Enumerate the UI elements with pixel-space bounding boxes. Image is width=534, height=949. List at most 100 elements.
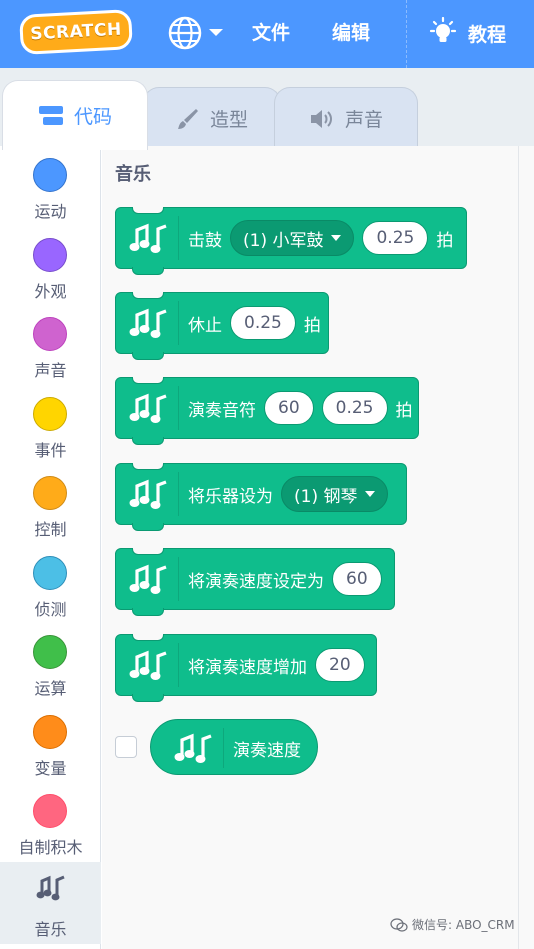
- beats-label: 拍: [303, 315, 321, 336]
- category-label: 外观: [34, 282, 67, 301]
- category-label: 运动: [34, 202, 67, 221]
- tab-costumes[interactable]: 造型: [143, 87, 281, 149]
- watermark: 微信号: ABO_CRM: [390, 916, 515, 933]
- block-notch: [132, 292, 164, 299]
- block-tab: [132, 523, 164, 531]
- beats-input[interactable]: 0.25: [230, 306, 296, 340]
- category-label: 运算: [34, 679, 67, 698]
- instrument-dropdown[interactable]: (1) 钢琴: [281, 476, 389, 512]
- block-label: 休止: [188, 315, 222, 336]
- tab-sounds[interactable]: 声音: [274, 87, 418, 149]
- palette-scrollbar[interactable]: [518, 146, 534, 949]
- beats-label: 拍: [395, 400, 413, 421]
- brush-icon: [176, 107, 200, 131]
- dropdown-caret-icon: [365, 491, 376, 497]
- music-notes-icon: [128, 309, 168, 340]
- my-blocks-dot: [33, 794, 67, 828]
- block-notch: [132, 634, 164, 641]
- music-notes-icon: [128, 394, 168, 425]
- category-operators[interactable]: 运算: [0, 627, 101, 707]
- scratch-logo[interactable]: SCRATCH: [19, 9, 133, 55]
- category-label: 声音: [34, 361, 67, 380]
- code-icon: [38, 105, 64, 127]
- category-label: 侦测: [34, 600, 67, 619]
- block-label: 将演奏速度增加: [188, 657, 307, 678]
- block-tab: [132, 437, 164, 445]
- block-play-drum[interactable]: 击鼓 (1) 小军鼓 0.25 拍: [115, 207, 467, 275]
- control-dot: [33, 476, 67, 510]
- events-dot: [33, 397, 67, 431]
- block-divider: [178, 301, 179, 345]
- category-control[interactable]: 控制: [0, 468, 101, 548]
- music-notes-icon: [128, 480, 168, 511]
- block-label: 击鼓: [188, 230, 222, 251]
- tutorials-label: 教程: [468, 23, 507, 46]
- block-tab: [132, 694, 164, 702]
- drum-dropdown-value: (1) 小军鼓: [243, 230, 324, 251]
- edit-menu[interactable]: 编辑: [332, 18, 370, 45]
- category-looks[interactable]: 外观: [0, 230, 101, 310]
- block-set-instrument[interactable]: 将乐器设为 (1) 钢琴: [115, 463, 407, 531]
- instrument-dropdown-value: (1) 钢琴: [294, 486, 358, 507]
- category-events[interactable]: 事件: [0, 389, 101, 469]
- note-input[interactable]: 60: [264, 391, 314, 425]
- block-rest[interactable]: 休止 0.25 拍: [115, 292, 329, 360]
- menu-separator: [406, 0, 408, 68]
- tempo-change-input[interactable]: 20: [315, 648, 365, 682]
- category-variables[interactable]: 变量: [0, 707, 101, 787]
- block-divider: [178, 472, 179, 516]
- music-notes-icon: [128, 651, 168, 682]
- category-music[interactable]: 音乐: [0, 862, 101, 944]
- tab-sounds-label: 声音: [344, 109, 383, 131]
- tab-code-label: 代码: [73, 106, 112, 128]
- block-notch: [132, 548, 164, 555]
- sound-dot: [33, 317, 67, 351]
- reporter-tempo[interactable]: 演奏速度: [150, 719, 318, 775]
- chevron-down-icon: [209, 29, 223, 36]
- category-sound[interactable]: 声音: [0, 309, 101, 389]
- speaker-icon: [309, 108, 335, 130]
- category-sensing[interactable]: 侦测: [0, 548, 101, 628]
- category-my-blocks[interactable]: 自制积木: [0, 786, 101, 866]
- block-set-tempo[interactable]: 将演奏速度设定为 60: [115, 548, 395, 616]
- tab-costumes-label: 造型: [209, 109, 248, 131]
- tempo-input[interactable]: 60: [332, 562, 382, 596]
- block-play-note[interactable]: 演奏音符 60 0.25 拍: [115, 377, 419, 445]
- block-notch: [132, 207, 164, 214]
- looks-dot: [33, 238, 67, 272]
- category-label: 变量: [34, 759, 67, 778]
- variables-dot: [33, 715, 67, 749]
- tab-code[interactable]: 代码: [2, 80, 148, 150]
- block-label: 将演奏速度设定为: [188, 571, 324, 592]
- category-label: 音乐: [34, 920, 67, 939]
- block-notch: [132, 377, 164, 384]
- language-menu[interactable]: [168, 14, 228, 52]
- music-icon: [36, 875, 65, 901]
- block-divider: [178, 557, 179, 601]
- beats-input[interactable]: 0.25: [321, 391, 388, 425]
- tutorials-button[interactable]: 教程: [428, 14, 528, 52]
- beats-input[interactable]: 0.25: [362, 221, 429, 255]
- music-notes-icon: [128, 565, 168, 596]
- operators-dot: [33, 635, 67, 669]
- block-tab: [132, 267, 164, 275]
- category-label: 控制: [34, 520, 67, 539]
- block-label: 将乐器设为: [188, 486, 273, 507]
- dropdown-caret-icon: [331, 235, 342, 241]
- category-motion[interactable]: 运动: [0, 150, 101, 230]
- block-tab: [132, 608, 164, 616]
- block-tab: [132, 352, 164, 360]
- block-divider: [178, 216, 179, 260]
- block-label: 演奏音符: [188, 400, 256, 421]
- block-divider: [223, 728, 224, 768]
- section-title: 音乐: [115, 164, 151, 185]
- reporter-label: 演奏速度: [233, 741, 301, 761]
- file-menu[interactable]: 文件: [252, 18, 290, 45]
- block-change-tempo[interactable]: 将演奏速度增加 20: [115, 634, 377, 702]
- drum-dropdown[interactable]: (1) 小军鼓: [230, 220, 355, 256]
- motion-dot: [33, 158, 67, 192]
- lightbulb-icon: [429, 17, 457, 42]
- menu-bar: SCRATCH 文件 编辑 教程: [0, 0, 534, 68]
- block-notch: [132, 463, 164, 470]
- tempo-monitor-checkbox[interactable]: [115, 736, 137, 758]
